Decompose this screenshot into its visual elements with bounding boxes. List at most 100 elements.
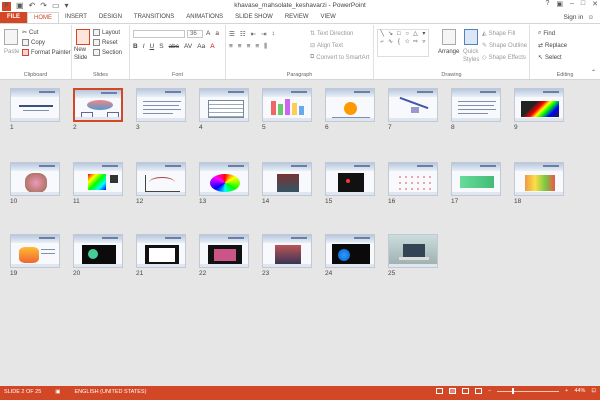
line-shape-icon[interactable]: ╲ (378, 30, 386, 38)
numbering-icon[interactable]: ☷ (240, 30, 246, 38)
slide-preview[interactable] (262, 162, 312, 196)
reset-button[interactable]: Reset (93, 39, 118, 46)
slide-thumbnail[interactable]: 19 (10, 234, 60, 278)
star-shape-icon[interactable]: ☆ (403, 38, 411, 46)
slide-preview[interactable] (325, 234, 375, 268)
slide-thumbnail[interactable]: 21 (136, 234, 186, 278)
slide-show-view-icon[interactable] (474, 388, 482, 394)
slide-preview[interactable] (199, 162, 249, 196)
slide-thumbnail[interactable]: 23 (262, 234, 312, 278)
slide-sorter-view-icon[interactable] (448, 388, 456, 394)
sign-in-label[interactable]: Sign in (563, 14, 583, 21)
slide-thumbnail[interactable]: 15 (325, 162, 375, 206)
columns-icon[interactable]: ⫼ (264, 43, 267, 51)
slide-preview[interactable] (10, 234, 60, 268)
slide-preview[interactable] (514, 88, 564, 122)
slide-thumbnail[interactable]: 24 (325, 234, 375, 278)
new-slide-button[interactable]: New (74, 47, 86, 53)
slide-preview[interactable] (73, 162, 123, 196)
select-button[interactable]: ↖ Select (538, 54, 562, 62)
increase-indent-icon[interactable]: ⇥ (261, 30, 266, 38)
slide-preview[interactable] (388, 162, 438, 196)
language[interactable]: ENGLISH (UNITED STATES) (75, 389, 147, 395)
rect-shape-icon[interactable]: □ (395, 30, 403, 38)
slide-preview[interactable] (136, 88, 186, 122)
zoom-level[interactable]: 44% (574, 388, 585, 394)
shape-outline-button[interactable]: ✎ Shape Outline (482, 42, 527, 50)
help-icon[interactable]: ? (545, 0, 549, 8)
slide-preview[interactable] (388, 234, 438, 268)
arrange-button[interactable]: Arrange (438, 49, 459, 55)
zoom-out-icon[interactable]: − (488, 388, 491, 394)
slide-preview[interactable] (388, 88, 438, 122)
tab-slide-show[interactable]: SLIDE SHOW (229, 12, 279, 23)
slide-thumbnail[interactable]: 18 (514, 162, 564, 206)
reading-view-icon[interactable] (461, 388, 469, 394)
slide-thumbnail[interactable]: 14 (262, 162, 312, 206)
slide-thumbnail[interactable]: 11 (73, 162, 123, 206)
slide-preview[interactable] (73, 88, 123, 122)
new-slide-icon[interactable] (76, 29, 90, 45)
slide-preview[interactable] (325, 162, 375, 196)
new-slide-button-line2[interactable]: Slide (74, 55, 87, 61)
slide-thumbnail[interactable]: 3 (136, 88, 186, 132)
justify-icon[interactable]: ≡ (255, 43, 259, 51)
font-size-box[interactable]: 36 (187, 30, 203, 38)
slide-thumbnail[interactable]: 10 (10, 162, 60, 206)
spellcheck-icon[interactable]: ▣ (55, 389, 60, 395)
decrease-indent-icon[interactable]: ⇤ (251, 30, 256, 38)
shadow-button[interactable]: S (159, 43, 163, 50)
shape-fill-button[interactable]: ◭ Shape Fill (482, 30, 515, 38)
find-button[interactable]: ⌕ Find (538, 30, 555, 37)
slide-thumbnail[interactable]: 25 (388, 234, 438, 278)
slide-thumbnail[interactable]: 6 (325, 88, 375, 132)
triangle-shape-icon[interactable]: △ (411, 30, 419, 38)
tab-insert[interactable]: INSERT (59, 12, 93, 23)
slide-thumbnail[interactable]: 12 (136, 162, 186, 206)
font-name-box[interactable] (133, 30, 185, 38)
section-button[interactable]: Section (93, 49, 122, 56)
more-shapes-icon[interactable]: ▾ (420, 30, 428, 38)
oval-shape-icon[interactable]: ○ (403, 30, 411, 38)
align-left-icon[interactable]: ≡ (229, 43, 233, 51)
minimize-icon[interactable]: – (570, 0, 574, 8)
zoom-slider-handle[interactable] (512, 387, 515, 394)
layout-button[interactable]: Layout (93, 29, 120, 36)
paste-icon[interactable] (4, 29, 18, 45)
slide-preview[interactable] (199, 234, 249, 268)
align-text-button[interactable]: ⊟ Align Text (310, 42, 343, 50)
strikethrough-button[interactable]: abc (169, 43, 179, 50)
bold-button[interactable]: B (133, 43, 138, 50)
underline-button[interactable]: U (150, 43, 155, 50)
paste-button[interactable]: Paste (4, 49, 19, 55)
expand-shapes-icon[interactable]: ▿ (420, 38, 428, 46)
slide-thumbnail[interactable]: 2 (73, 88, 123, 132)
align-right-icon[interactable]: ≡ (247, 43, 251, 51)
cut-button[interactable]: ✂ Cut (22, 29, 38, 37)
shapes-gallery[interactable]: ╲ ↘ □ ○ △ ▾ ⌐ ∿{☆ ⇨ ▿ (377, 29, 429, 57)
ribbon-display-icon[interactable]: ▣ (556, 0, 563, 8)
slide-preview[interactable] (199, 88, 249, 122)
slide-preview[interactable] (325, 88, 375, 122)
slide-preview[interactable] (10, 162, 60, 196)
tab-design[interactable]: DESIGN (93, 12, 128, 23)
right-arrow-shape-icon[interactable]: ⇨ (411, 38, 419, 46)
slide-thumbnail[interactable]: 17 (451, 162, 501, 206)
fit-slide-icon[interactable]: ⊡ (591, 388, 596, 394)
copy-button[interactable]: Copy (22, 39, 45, 46)
change-case-button[interactable]: Aa (197, 43, 205, 50)
replace-button[interactable]: ⇄ Replace (538, 42, 567, 50)
normal-view-icon[interactable] (435, 388, 443, 394)
slide-thumbnail[interactable]: 9 (514, 88, 564, 132)
slide-thumbnail[interactable]: 4 (199, 88, 249, 132)
shape-effects-button[interactable]: ◇ Shape Effects (482, 54, 526, 62)
tab-transitions[interactable]: TRANSITIONS (128, 12, 180, 23)
slide-preview[interactable] (136, 162, 186, 196)
tab-review[interactable]: REVIEW (279, 12, 315, 23)
shrink-font-icon[interactable]: a (215, 30, 219, 37)
tab-file[interactable]: FILE (0, 12, 27, 23)
collapse-ribbon-icon[interactable]: ⌃ (591, 69, 596, 76)
line-spacing-icon[interactable]: ↕ (272, 30, 275, 38)
slide-preview[interactable] (514, 162, 564, 196)
slide-preview[interactable] (10, 88, 60, 122)
